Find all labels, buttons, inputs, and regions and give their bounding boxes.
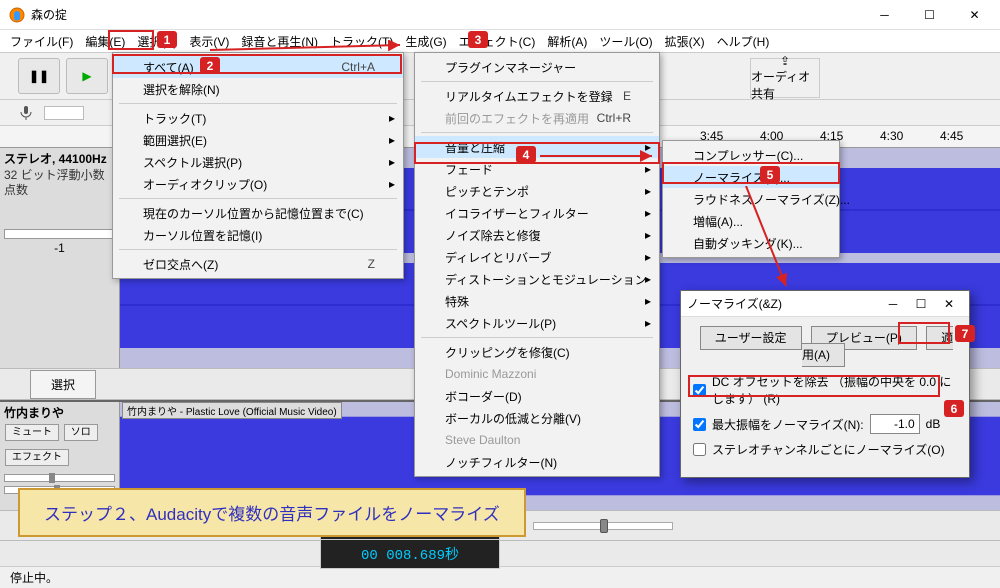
maximize-button[interactable]: ☐	[907, 0, 952, 29]
menu-transport[interactable]: 録音と再生(N)	[235, 30, 324, 53]
menu-effect-realtime[interactable]: リアルタイムエフェクトを登録E	[415, 85, 659, 107]
title-bar: 森の掟 ─ ☐ ✕	[0, 0, 1000, 30]
menu-effect-fade[interactable]: フェード▸	[415, 158, 659, 180]
menu-volume-loudness[interactable]: ラウドネスノーマライズ(Z)...	[663, 188, 839, 210]
menu-generate[interactable]: 生成(G)	[399, 30, 452, 53]
microphone-icon	[18, 105, 34, 121]
menu-tools[interactable]: ツール(O)	[593, 30, 658, 53]
menu-effect-vocal[interactable]: ボーカルの低減と分離(V)	[415, 407, 659, 429]
menu-analyze[interactable]: 解析(A)	[541, 30, 593, 53]
badge-2: 2	[200, 57, 220, 74]
app-logo	[9, 7, 25, 23]
menu-effect-dominic: Dominic Mazzoni	[415, 363, 659, 385]
clip-label[interactable]: 竹内まりや - Plastic Love (Official Music Vid…	[122, 402, 342, 419]
dialog-title: ノーマライズ(&Z)	[687, 295, 879, 312]
badge-3: 3	[468, 31, 488, 48]
menu-effect-special[interactable]: 特殊▸	[415, 290, 659, 312]
dialog-minimize[interactable]: ─	[879, 297, 907, 311]
menu-file[interactable]: ファイル(F)	[4, 30, 79, 53]
normalize-checkbox[interactable]	[693, 418, 706, 431]
menu-effect-distort[interactable]: ディストーションとモジュレーション▸	[415, 268, 659, 290]
menu-effect-noise[interactable]: ノイズ除去と修復▸	[415, 224, 659, 246]
menu-tracks[interactable]: トラック(T)	[324, 30, 399, 53]
effect-dropdown: プラグインマネージャー リアルタイムエフェクトを登録E 前回のエフェクトを再適用…	[414, 52, 660, 477]
mute-button[interactable]: ミュート	[5, 424, 59, 441]
menu-select-range[interactable]: 範囲選択(E)▸	[113, 129, 403, 151]
play-button[interactable]: ▶	[66, 58, 108, 94]
menu-edit[interactable]: 編集(E)	[79, 30, 131, 53]
menu-effect[interactable]: エフェクト(C)	[453, 30, 542, 53]
menu-select-cursor[interactable]: 現在のカーソル位置から記憶位置まで(C)	[113, 202, 403, 224]
select-dropdown: すべて(A)Ctrl+A 選択を解除(N) トラック(T)▸ 範囲選択(E)▸ …	[112, 52, 404, 279]
menu-volume-amplify[interactable]: 増幅(A)...	[663, 210, 839, 232]
menu-select-zerocross[interactable]: ゼロ交点へ(Z)Z	[113, 253, 403, 275]
menu-volume-autoduck[interactable]: 自動ダッキング(K)...	[663, 232, 839, 254]
menu-effect-steve: Steve Daulton	[415, 429, 659, 451]
preset-button[interactable]: ユーザー設定	[700, 326, 802, 350]
tutorial-caption: ステップ２、Audacityで複数の音声ファイルをノーマライズ	[18, 488, 526, 537]
dialog-close[interactable]: ✕	[935, 297, 963, 311]
normalize-value-input[interactable]	[870, 414, 920, 434]
menu-effect-eq[interactable]: イコライザーとフィルター▸	[415, 202, 659, 224]
audio-share-button[interactable]: ⇪ オーディオ共有	[750, 58, 820, 98]
pause-button[interactable]: ❚❚	[18, 58, 60, 94]
volume-submenu: コンプレッサー(C)... ノーマライズ(Z)... ラウドネスノーマライズ(Z…	[662, 140, 840, 258]
badge-7: 7	[955, 325, 975, 342]
menu-select-clip[interactable]: オーディオクリップ(O)▸	[113, 173, 403, 195]
menu-effect-plugin[interactable]: プラグインマネージャー	[415, 56, 659, 78]
menu-select-none[interactable]: 選択を解除(N)	[113, 78, 403, 100]
record-meter	[44, 106, 84, 120]
track-1-panel[interactable]: ステレオ, 44100Hz 32 ビット浮動小数点数 -1	[0, 148, 120, 368]
menu-effect-pitch[interactable]: ピッチとテンポ▸	[415, 180, 659, 202]
badge-1: 1	[157, 31, 177, 48]
solo-button[interactable]: ソロ	[64, 424, 98, 441]
menu-effect-clipfix[interactable]: クリッピングを修復(C)	[415, 341, 659, 363]
menu-select-memcursor[interactable]: カーソル位置を記憶(I)	[113, 224, 403, 246]
menu-effect-volume[interactable]: 音量と圧縮▸	[415, 136, 659, 158]
menu-bar: ファイル(F) 編集(E) 選択(S) 表示(V) 録音と再生(N) トラック(…	[0, 30, 1000, 52]
badge-4: 4	[516, 146, 536, 163]
menu-volume-normalize[interactable]: ノーマライズ(Z)...	[663, 166, 839, 188]
select-button[interactable]: 選択	[30, 370, 96, 399]
menu-effect-delay[interactable]: ディレイとリバーブ▸	[415, 246, 659, 268]
dc-offset-checkbox[interactable]	[693, 384, 706, 397]
badge-5: 5	[760, 166, 780, 183]
menu-effect-vocoder[interactable]: ボコーダー(D)	[415, 385, 659, 407]
close-button[interactable]: ✕	[952, 0, 997, 29]
menu-volume-compressor[interactable]: コンプレッサー(C)...	[663, 144, 839, 166]
menu-help[interactable]: ヘルプ(H)	[711, 30, 776, 53]
normalize-dialog: ノーマライズ(&Z) ─ ☐ ✕ ユーザー設定 プレビュー(P) 適用(A) D…	[680, 290, 970, 478]
badge-6: 6	[944, 400, 964, 417]
bottom-bar-2: 00 008.689秒	[0, 540, 1000, 566]
menu-select-spectral[interactable]: スペクトル選択(P)▸	[113, 151, 403, 173]
status-text: 停止中。	[10, 569, 58, 586]
window-title: 森の掟	[31, 6, 862, 23]
share-icon: ⇪	[780, 54, 790, 68]
menu-effect-notch[interactable]: ノッチフィルター(N)	[415, 451, 659, 473]
menu-view[interactable]: 表示(V)	[183, 30, 235, 53]
minimize-button[interactable]: ─	[862, 0, 907, 29]
menu-select-track[interactable]: トラック(T)▸	[113, 107, 403, 129]
stereo-checkbox[interactable]	[693, 443, 706, 456]
status-bar: 停止中。	[0, 566, 1000, 588]
menu-extra[interactable]: 拡張(X)	[659, 30, 711, 53]
effect-button[interactable]: エフェクト	[5, 449, 69, 466]
menu-select-all[interactable]: すべて(A)Ctrl+A	[113, 56, 403, 78]
dialog-maximize[interactable]: ☐	[907, 297, 935, 311]
time-selection-end[interactable]: 00 008.689秒	[320, 539, 500, 569]
menu-effect-repeat: 前回のエフェクトを再適用Ctrl+R	[415, 107, 659, 129]
playback-slider[interactable]	[533, 522, 673, 530]
menu-effect-spectral[interactable]: スペクトルツール(P)▸	[415, 312, 659, 334]
